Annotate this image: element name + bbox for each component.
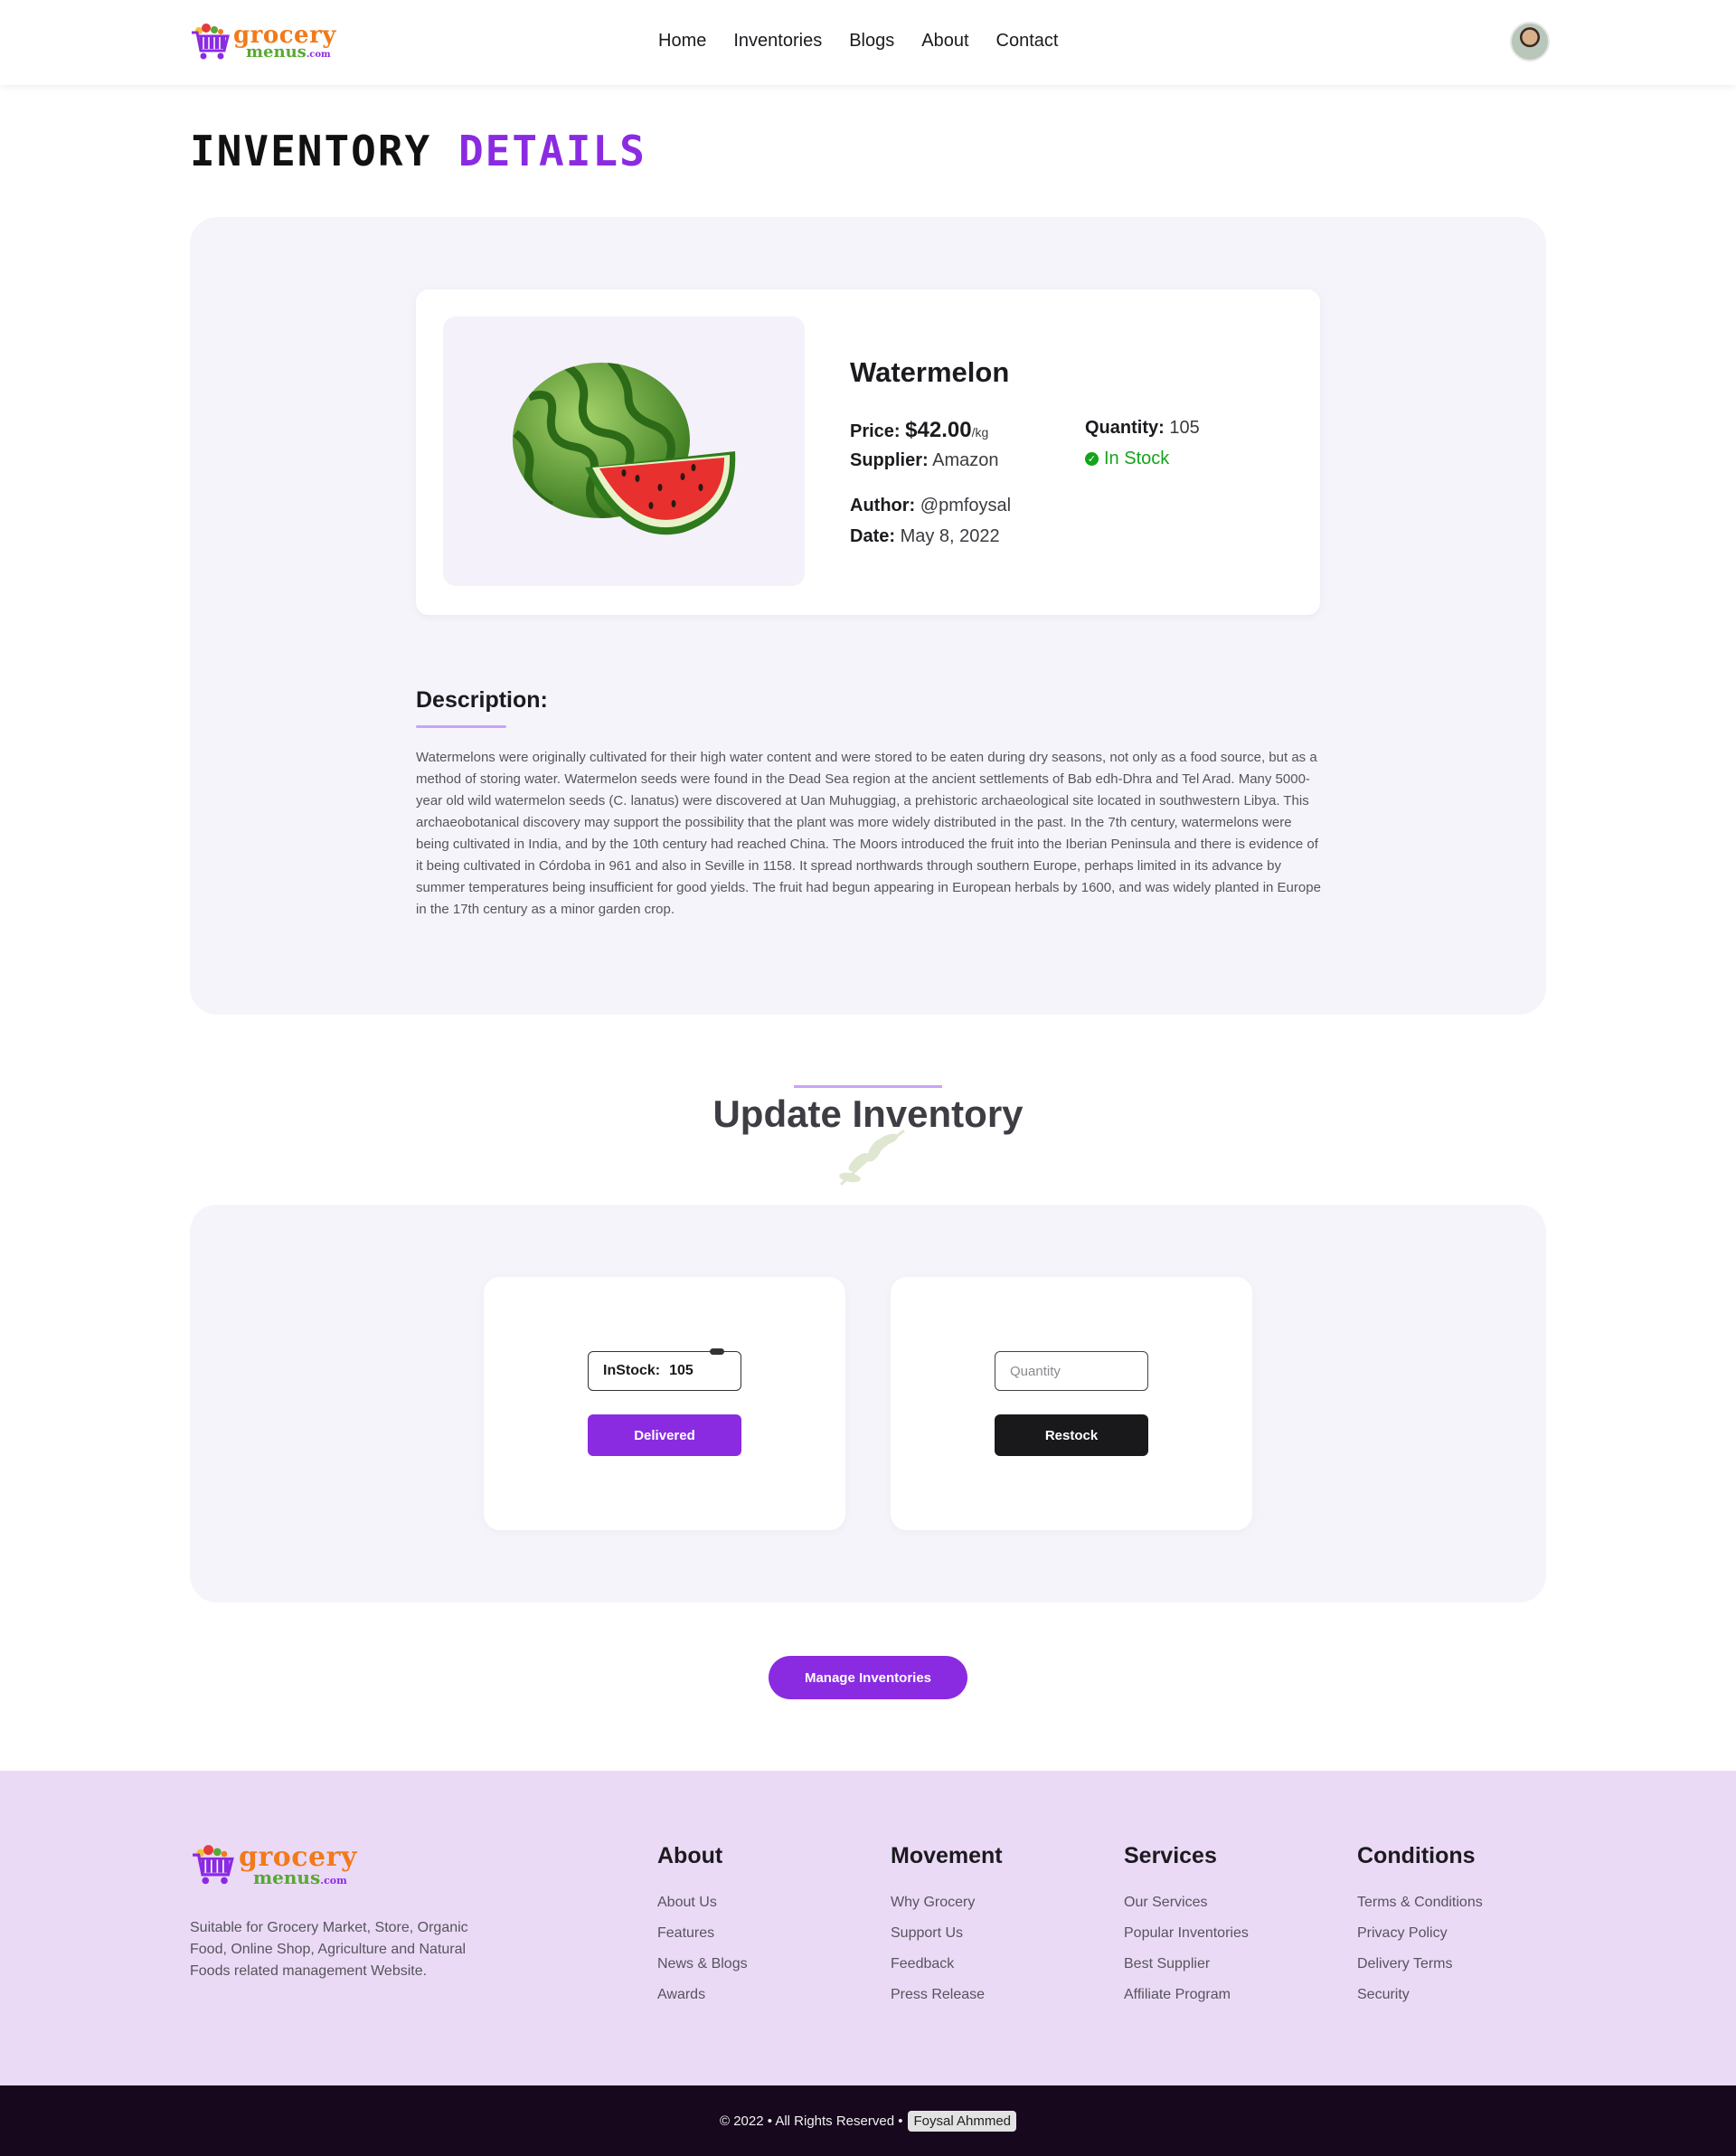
- footer-col-title: Services: [1124, 1843, 1217, 1868]
- author-value: @pmfoysal: [920, 496, 1012, 515]
- footer-col-conditions: Conditions Terms & Conditions Privacy Po…: [1357, 1843, 1483, 2010]
- price-value: $42.00: [905, 418, 972, 442]
- footer-col-title: Conditions: [1357, 1843, 1476, 1868]
- footer-link-news-blogs[interactable]: News & Blogs: [657, 1949, 748, 1980]
- footer-link-our-services[interactable]: Our Services: [1124, 1887, 1249, 1918]
- nav-inventories[interactable]: Inventories: [733, 31, 822, 52]
- user-avatar[interactable]: [1510, 22, 1550, 61]
- supplier-field: Supplier: Amazon: [850, 450, 999, 470]
- footer-col-services: Services Our Services Popular Inventorie…: [1124, 1843, 1249, 2010]
- page-title-accent: DETAILS: [458, 127, 646, 175]
- deliver-card: InStock: 105 Delivered: [484, 1277, 845, 1530]
- footer-link-press-release[interactable]: Press Release: [891, 1980, 1003, 2010]
- nav-home[interactable]: Home: [658, 31, 706, 52]
- copyright-bar: © 2022 • All Rights Reserved • Foysal Ah…: [0, 2085, 1736, 2156]
- footer-link-delivery-terms[interactable]: Delivery Terms: [1357, 1949, 1483, 1980]
- check-circle-icon: ✓: [1085, 452, 1099, 466]
- details-panel: Watermelon Price: $42.00/kg Quantity: 10…: [190, 217, 1546, 1015]
- heading-line: [794, 1085, 942, 1088]
- footer-about-text: Suitable for Grocery Market, Store, Orga…: [190, 1920, 468, 1979]
- footer-col-movement: Movement Why Grocery Support Us Feedback…: [891, 1843, 1003, 2010]
- update-inventory-title: Update Inventory: [712, 1092, 1024, 1135]
- footer-link-about-us[interactable]: About Us: [657, 1887, 748, 1918]
- footer-link-security[interactable]: Security: [1357, 1980, 1483, 2010]
- instock-display: InStock: 105: [588, 1348, 741, 1391]
- nav-about[interactable]: About: [921, 31, 968, 52]
- footer-link-why-grocery[interactable]: Why Grocery: [891, 1887, 1003, 1918]
- main-nav: Home Inventories Blogs About Contact: [658, 31, 1058, 52]
- quantity-input[interactable]: [995, 1351, 1148, 1391]
- footer: grocery menus.com Suitable for Grocery M…: [0, 1771, 1736, 2085]
- nav-contact[interactable]: Contact: [996, 31, 1059, 52]
- footer-link-affiliate-program[interactable]: Affiliate Program: [1124, 1980, 1249, 2010]
- quantity-field: Quantity: 105: [1085, 418, 1200, 438]
- footer-link-best-supplier[interactable]: Best Supplier: [1124, 1949, 1249, 1980]
- cart-logo-icon: [193, 1845, 234, 1885]
- instock-knob: [710, 1348, 724, 1355]
- product-name: Watermelon: [850, 356, 1010, 388]
- description-underline: [416, 725, 506, 728]
- footer-link-terms[interactable]: Terms & Conditions: [1357, 1887, 1483, 1918]
- delivered-button[interactable]: Delivered: [588, 1414, 741, 1456]
- copyright-text: © 2022 • All Rights Reserved •: [719, 2113, 903, 2129]
- description-text: Watermelons were originally cultivated f…: [416, 750, 1321, 917]
- update-panel: InStock: 105 Delivered Restock: [190, 1205, 1546, 1603]
- date-field: Date: May 8, 2022: [850, 526, 1000, 546]
- stock-status-label: In Stock: [1104, 449, 1170, 468]
- update-inventory-heading: Update Inventory: [0, 1085, 1736, 1187]
- watermelon-image: [513, 363, 736, 535]
- site-logo[interactable]: grocery menus.com: [190, 22, 336, 61]
- footer-link-features[interactable]: Features: [657, 1918, 748, 1949]
- footer-link-awards[interactable]: Awards: [657, 1980, 748, 2010]
- footer-col-title: Movement: [891, 1843, 1003, 1868]
- stock-status: ✓ In Stock: [1085, 449, 1169, 469]
- product-image: [443, 317, 805, 586]
- footer-link-popular-inventories[interactable]: Popular Inventories: [1124, 1918, 1249, 1949]
- owner-badge[interactable]: Foysal Ahmmed: [908, 2110, 1017, 2132]
- restock-card: Restock: [891, 1277, 1252, 1530]
- logo-word-menus: menus.com: [246, 42, 331, 61]
- product-card: Watermelon Price: $42.00/kg Quantity: 10…: [416, 289, 1320, 615]
- description-title: Description:: [416, 687, 548, 713]
- page-title: INVENTORY DETAILS: [190, 127, 646, 175]
- navbar: grocery menus.com Home Inventories Blogs…: [0, 0, 1736, 85]
- date-value: May 8, 2022: [900, 526, 1000, 546]
- supplier-value: Amazon: [932, 450, 999, 470]
- footer-logo[interactable]: grocery menus.com: [190, 1843, 357, 1886]
- quantity-value: 105: [1169, 418, 1200, 438]
- price-unit: /kg: [971, 425, 989, 440]
- cart-logo-icon: [192, 24, 230, 60]
- footer-link-feedback[interactable]: Feedback: [891, 1949, 1003, 1980]
- instock-label: InStock:: [603, 1363, 661, 1378]
- footer-link-privacy[interactable]: Privacy Policy: [1357, 1918, 1483, 1949]
- instock-value: 105: [669, 1363, 693, 1378]
- restock-button[interactable]: Restock: [995, 1414, 1148, 1456]
- footer-link-support-us[interactable]: Support Us: [891, 1918, 1003, 1949]
- manage-inventories-button[interactable]: Manage Inventories: [769, 1656, 967, 1699]
- footer-logo-word-menus: menus.com: [253, 1866, 347, 1888]
- page-title-main: INVENTORY: [190, 127, 432, 175]
- nav-blogs[interactable]: Blogs: [849, 31, 894, 52]
- price-field: Price: $42.00/kg: [850, 418, 989, 442]
- footer-col-about: About About Us Features News & Blogs Awa…: [657, 1843, 748, 2010]
- author-field: Author: @pmfoysal: [850, 496, 1012, 515]
- footer-col-title: About: [657, 1843, 723, 1868]
